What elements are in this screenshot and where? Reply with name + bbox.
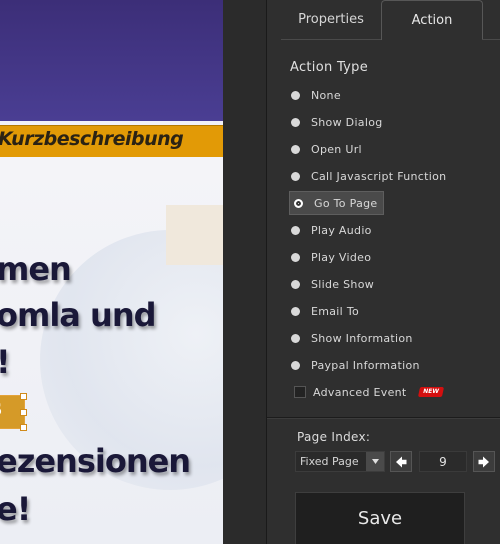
radio-action-show-dialog[interactable]: Show Dialog bbox=[291, 111, 383, 133]
radio-icon[interactable] bbox=[291, 360, 300, 370]
arrow-right-icon[interactable] bbox=[473, 451, 495, 472]
panel-gutter bbox=[223, 0, 266, 544]
selected-canvas-element[interactable]: s bbox=[0, 393, 27, 431]
radio-label: None bbox=[311, 88, 341, 102]
radio-label: Show Dialog bbox=[311, 115, 383, 129]
decorative-shape bbox=[166, 205, 223, 265]
radio-label: Play Audio bbox=[311, 223, 372, 237]
tab-properties[interactable]: Properties bbox=[281, 0, 381, 40]
radio-action-go-to-page[interactable]: Go To Page bbox=[289, 191, 385, 215]
canvas-title-text: Kurzbeschreibung bbox=[0, 128, 184, 150]
radio-action-play-video[interactable]: Play Video bbox=[291, 246, 371, 268]
radio-icon[interactable] bbox=[291, 90, 300, 100]
canvas-heading-line: men bbox=[0, 250, 72, 288]
new-badge: NEW bbox=[417, 387, 444, 397]
radio-label: Play Video bbox=[311, 250, 372, 264]
radio-icon[interactable] bbox=[291, 171, 300, 181]
radio-action-open-url[interactable]: Open Url bbox=[291, 138, 362, 160]
canvas-heading-line: ! bbox=[0, 343, 11, 381]
radio-label: Show Information bbox=[311, 331, 413, 345]
arrow-left-icon[interactable] bbox=[390, 451, 412, 472]
save-button[interactable]: Save bbox=[295, 492, 465, 544]
canvas-header-banner bbox=[0, 0, 223, 121]
radio-label: Email To bbox=[311, 304, 359, 318]
radio-action-slide-show[interactable]: Slide Show bbox=[291, 273, 374, 295]
section-divider bbox=[267, 417, 500, 419]
canvas-heading-line: ezensionen bbox=[0, 442, 191, 480]
resize-handle[interactable] bbox=[20, 424, 27, 431]
chevron-down-icon[interactable] bbox=[366, 452, 384, 471]
radio-action-email-to[interactable]: Email To bbox=[291, 300, 359, 322]
resize-handle[interactable] bbox=[20, 393, 27, 400]
radio-icon[interactable] bbox=[291, 333, 300, 343]
resize-handle[interactable] bbox=[20, 409, 27, 416]
page-mode-value: Fixed Page bbox=[300, 455, 359, 468]
tab-divider bbox=[482, 39, 500, 40]
advanced-event-checkbox[interactable] bbox=[294, 386, 306, 398]
selected-element-label: s bbox=[0, 396, 2, 421]
canvas-heading-line: omla und bbox=[0, 296, 156, 334]
radio-icon[interactable] bbox=[291, 225, 300, 235]
radio-icon[interactable] bbox=[291, 144, 300, 154]
radio-label: Go To Page bbox=[314, 196, 378, 210]
radio-icon[interactable] bbox=[291, 279, 300, 289]
radio-icon[interactable] bbox=[291, 252, 300, 262]
radio-label: Slide Show bbox=[311, 277, 375, 291]
radio-action-show-information[interactable]: Show Information bbox=[291, 327, 413, 349]
radio-action-call-javascript[interactable]: Call Javascript Function bbox=[291, 165, 446, 187]
page-mode-dropdown[interactable]: Fixed Page bbox=[295, 451, 385, 472]
radio-action-play-audio[interactable]: Play Audio bbox=[291, 219, 372, 241]
action-type-heading: Action Type bbox=[290, 60, 369, 75]
radio-label: Call Javascript Function bbox=[311, 169, 447, 183]
advanced-event-label: Advanced Event bbox=[313, 385, 407, 399]
canvas-title-bar: Kurzbeschreibung bbox=[0, 125, 223, 158]
canvas-heading-line: e! bbox=[0, 490, 31, 528]
radio-icon[interactable] bbox=[291, 117, 300, 127]
radio-label: Open Url bbox=[311, 142, 362, 156]
page-index-input[interactable]: 9 bbox=[419, 451, 467, 472]
tab-action[interactable]: Action bbox=[381, 0, 483, 40]
page-index-label: Page Index: bbox=[297, 430, 371, 444]
radio-action-paypal-information[interactable]: Paypal Information bbox=[291, 354, 420, 376]
advanced-event-option[interactable]: Advanced Event NEW bbox=[294, 383, 444, 401]
page-canvas[interactable]: Kurzbeschreibung men omla und ! s ezensi… bbox=[0, 0, 223, 544]
properties-panel: Properties Action Action Type None Show … bbox=[267, 0, 500, 544]
radio-label: Paypal Information bbox=[311, 358, 420, 372]
radio-icon[interactable] bbox=[291, 306, 300, 316]
radio-action-none[interactable]: None bbox=[291, 84, 341, 106]
radio-selected-icon[interactable] bbox=[294, 198, 303, 208]
